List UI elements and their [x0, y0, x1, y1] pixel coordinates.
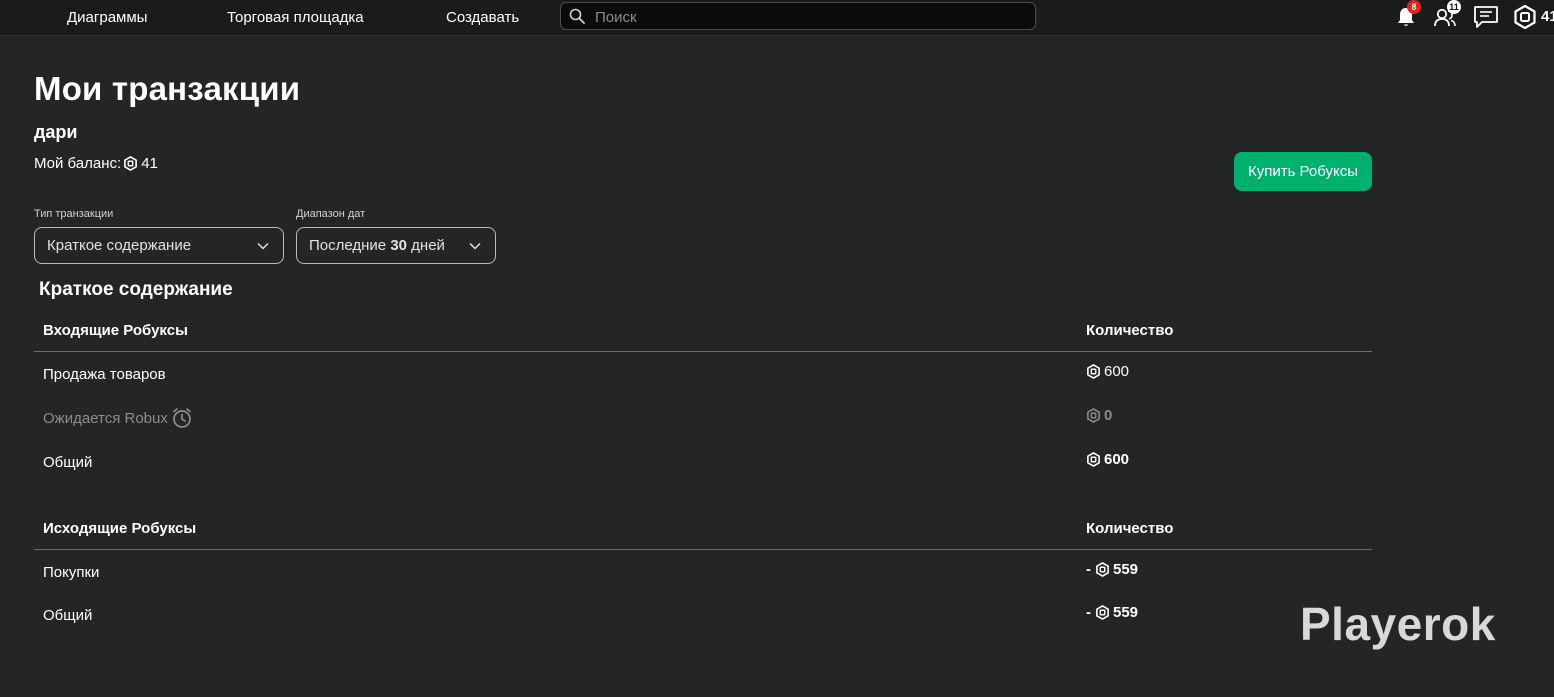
friends-badge: 11: [1447, 0, 1461, 14]
minus-sign: -: [1086, 561, 1091, 578]
robux-icon: [124, 156, 138, 171]
row-label: Покупки: [43, 564, 100, 581]
pending-label: Ожидается Robux: [43, 409, 168, 427]
outgoing-header-row: Исходящие Робуксы Количество: [34, 506, 1372, 550]
page-title: Мои транзакции: [34, 70, 301, 107]
amount-value: 0: [1104, 407, 1113, 424]
date-range-dropdown[interactable]: Последние 30 дней: [296, 227, 496, 264]
date-range-label: Диапазон дат: [296, 208, 366, 220]
friends-button[interactable]: 11: [1432, 0, 1461, 30]
incoming-header: Входящие Робуксы: [43, 322, 188, 339]
row-amount: 600: [1086, 451, 1129, 468]
date-range-value: Последние 30 дней: [309, 237, 445, 254]
row-amount: - 559: [1086, 604, 1138, 621]
search-input[interactable]: [593, 5, 1027, 29]
balance-label: Мой баланс:: [34, 155, 122, 172]
robux-icon: [1087, 364, 1100, 379]
table-row: Общий 600: [34, 440, 1372, 484]
balance-row: Мой баланс: 41: [34, 155, 158, 172]
transaction-type-dropdown[interactable]: Краткое содержание: [34, 227, 284, 264]
chat-button[interactable]: [1473, 4, 1499, 30]
nav-link-charts[interactable]: Диаграммы: [67, 9, 147, 26]
table-row: Продажа товаров 600: [34, 352, 1372, 396]
top-navigation-bar: Диаграммы Торговая площадка Создавать 8 …: [0, 0, 1554, 36]
row-amount: 0: [1086, 407, 1112, 424]
row-label: Ожидается Robux: [43, 407, 193, 429]
outgoing-amount-header: Количество: [1086, 520, 1174, 537]
incoming-header-row: Входящие Робуксы Количество: [34, 308, 1372, 352]
summary-title: Краткое содержание: [39, 279, 233, 300]
username: дари: [34, 122, 78, 142]
search-icon: [569, 8, 585, 24]
clock-icon: [173, 408, 191, 428]
nav-link-marketplace[interactable]: Торговая площадка: [227, 9, 364, 26]
chat-icon: [1474, 6, 1498, 28]
search-box[interactable]: [560, 2, 1036, 30]
chevron-down-icon: [469, 242, 481, 250]
robux-button[interactable]: [1512, 4, 1538, 30]
row-label: Продажа товаров: [43, 366, 166, 383]
transaction-type-value: Краткое содержание: [47, 237, 192, 254]
top-robux-balance: 41: [1541, 8, 1554, 25]
minus-sign: -: [1086, 604, 1091, 621]
watermark: Playerok: [1300, 598, 1496, 650]
row-amount: 600: [1086, 363, 1129, 380]
table-row: Ожидается Robux 0: [34, 396, 1372, 440]
date-range-prefix: Последние: [309, 237, 391, 254]
amount-value: 559: [1113, 604, 1139, 621]
robux-icon: [1087, 452, 1100, 467]
outgoing-header: Исходящие Робуксы: [43, 520, 197, 537]
chevron-down-icon: [257, 242, 269, 250]
robux-icon: [1096, 562, 1109, 577]
notifications-button[interactable]: 8: [1393, 0, 1421, 30]
date-range-suffix: дней: [407, 237, 445, 254]
robux-icon: [1087, 408, 1100, 423]
row-amount: - 559: [1086, 561, 1138, 578]
row-label: Общий: [43, 607, 93, 624]
buy-robux-button[interactable]: Купить Робуксы: [1234, 152, 1372, 191]
balance-value: 41: [141, 155, 158, 172]
amount-value: 600: [1104, 451, 1130, 468]
notifications-badge: 8: [1407, 0, 1421, 14]
table-row: Общий - 559: [34, 593, 1372, 637]
robux-icon: [1096, 605, 1109, 620]
row-label: Общий: [43, 454, 93, 471]
table-row: Покупки - 559: [34, 550, 1372, 594]
amount-value: 559: [1113, 561, 1139, 578]
incoming-amount-header: Количество: [1086, 322, 1174, 339]
transaction-type-label: Тип транзакции: [34, 208, 114, 220]
robux-icon: [1514, 4, 1536, 30]
amount-value: 600: [1104, 363, 1130, 380]
date-range-number: 30: [390, 237, 408, 254]
nav-link-create[interactable]: Создавать: [446, 9, 519, 26]
